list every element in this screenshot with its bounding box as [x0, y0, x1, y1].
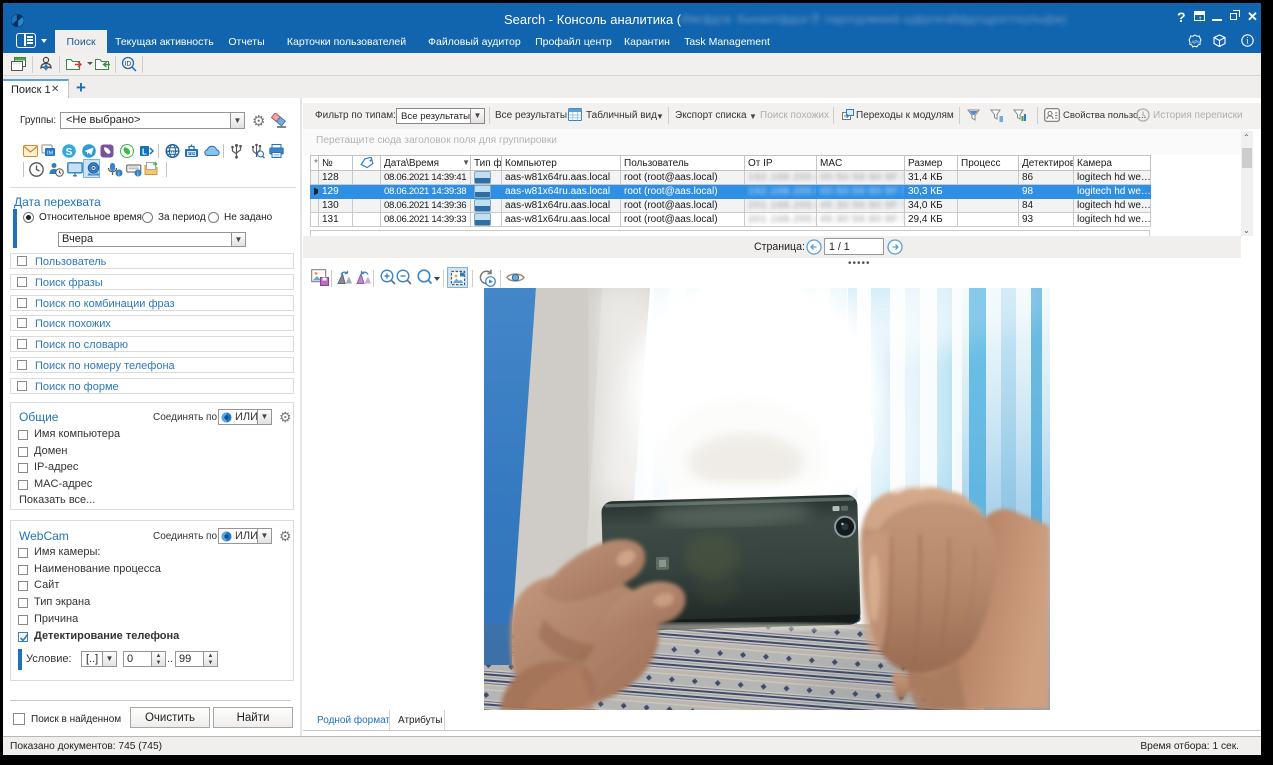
svg-text:API: API	[1191, 39, 1198, 44]
svg-text:HTTP: HTTP	[167, 149, 178, 154]
svg-text:L: L	[142, 148, 147, 157]
svg-text:i: i	[1246, 36, 1249, 46]
svg-text:S: S	[66, 147, 73, 158]
svg-text:IM: IM	[47, 151, 54, 157]
svg-text:FTP: FTP	[188, 152, 195, 156]
svg-text:ID: ID	[125, 61, 132, 68]
